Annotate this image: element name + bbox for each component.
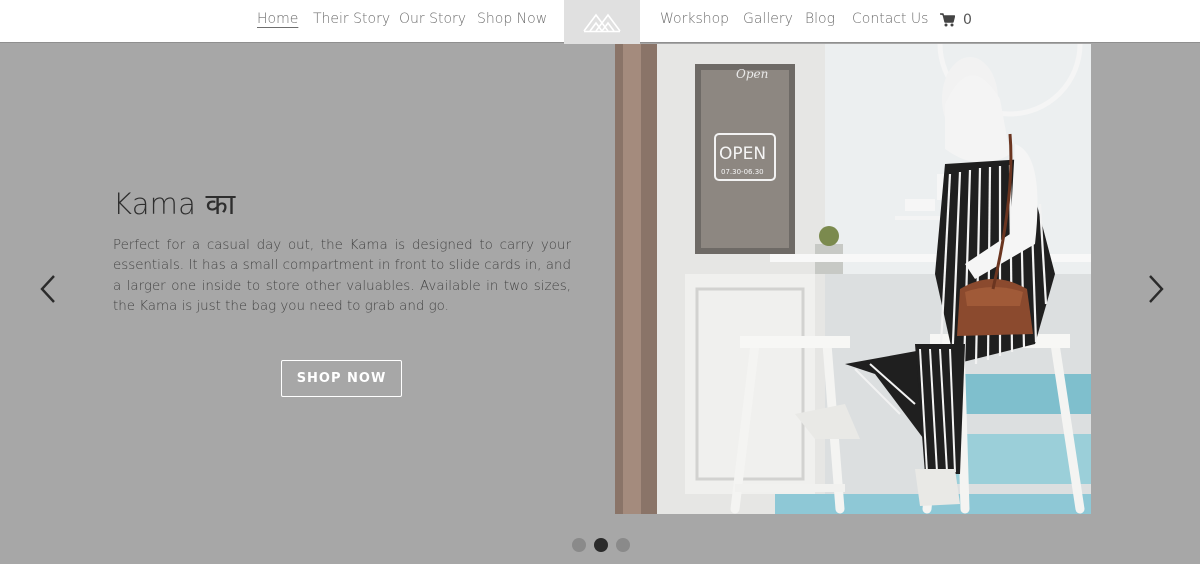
carousel-indicators xyxy=(572,538,630,552)
door-open-text: Open xyxy=(736,67,768,81)
site-logo[interactable] xyxy=(564,0,640,44)
mountain-logo-icon xyxy=(583,13,621,33)
nav-their-story[interactable]: Their Story xyxy=(313,10,390,30)
slide-image: OPEN 07.30-06.30 Open xyxy=(615,44,1091,514)
nav-shop-now[interactable]: Shop Now xyxy=(477,10,547,30)
carousel-dot-2[interactable] xyxy=(594,538,608,552)
open-sign-text: OPEN xyxy=(719,144,766,164)
open-sign-hours: 07.30-06.30 xyxy=(721,168,764,176)
cart-link[interactable]: 0 xyxy=(940,10,972,30)
shopping-cart-icon xyxy=(940,13,955,27)
chevron-left-icon[interactable] xyxy=(36,272,60,306)
chevron-right-icon[interactable] xyxy=(1144,272,1168,306)
nav-our-story[interactable]: Our Story xyxy=(399,10,466,30)
carousel-dot-1[interactable] xyxy=(572,538,586,552)
nav-contact-us[interactable]: Contact Us xyxy=(852,10,928,30)
carousel-dot-3[interactable] xyxy=(616,538,630,552)
hero-carousel: Kama का Perfect for a casual day out, th… xyxy=(0,44,1200,564)
slide-title: Kama का xyxy=(113,187,236,221)
nav-home[interactable]: Home xyxy=(257,10,298,30)
cafe-photo-illustration: OPEN 07.30-06.30 Open xyxy=(615,44,1091,514)
nav-blog[interactable]: Blog xyxy=(805,10,835,30)
slide-description: Perfect for a casual day out, the Kama i… xyxy=(113,238,571,314)
nav-workshop[interactable]: Workshop xyxy=(660,10,729,30)
shop-now-button[interactable]: SHOP NOW xyxy=(281,360,402,397)
cart-count: 0 xyxy=(963,12,972,28)
top-navbar: Home Their Story Our Story Shop Now Work… xyxy=(0,0,1200,44)
nav-gallery[interactable]: Gallery xyxy=(743,10,793,30)
